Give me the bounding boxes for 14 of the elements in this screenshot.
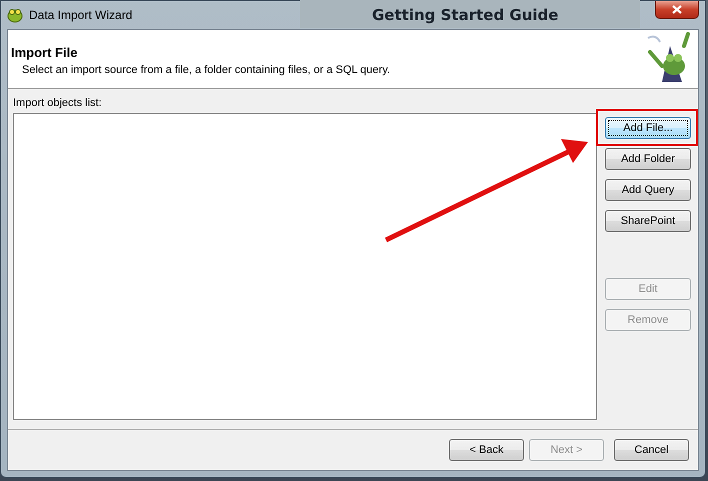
close-button[interactable]: [655, 1, 699, 19]
list-label: Import objects list:: [13, 97, 103, 109]
footer-button[interactable]: Cancel: [614, 439, 689, 461]
footer-button[interactable]: < Back: [449, 439, 524, 461]
page-description: Select an import source from a file, a folder containing files, or a SQL query.: [21, 64, 390, 76]
close-icon: [672, 5, 682, 14]
side-button[interactable]: Add File...: [605, 117, 691, 139]
side-button[interactable]: Add Query: [605, 179, 691, 201]
background-window-title: Getting Started Guide: [372, 6, 558, 24]
side-button[interactable]: Add Folder: [605, 148, 691, 170]
page-title: Import File: [11, 44, 78, 60]
window-title: Data Import Wizard: [29, 8, 132, 22]
side-button[interactable]: SharePoint: [605, 210, 691, 232]
frog-icon: [7, 7, 23, 23]
